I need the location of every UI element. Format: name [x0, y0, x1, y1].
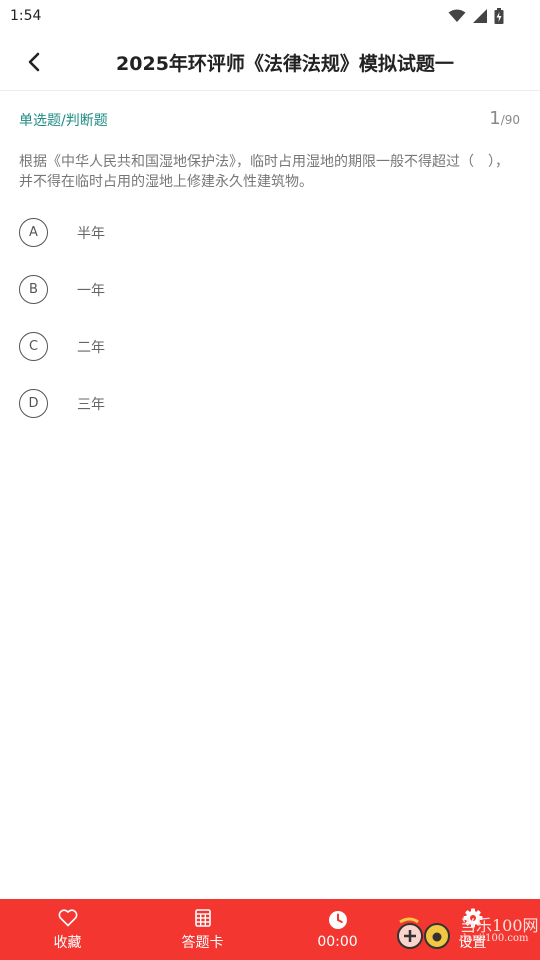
- back-button[interactable]: [18, 46, 50, 78]
- cell-signal-icon: [473, 9, 487, 23]
- question-progress: 1/90: [489, 108, 520, 129]
- answer-card-button[interactable]: 答题卡: [135, 899, 270, 960]
- settings-button[interactable]: 设置: [405, 899, 540, 960]
- current-question-number: 1: [489, 108, 501, 129]
- status-icons: [448, 8, 504, 24]
- heart-icon: [58, 908, 77, 926]
- option-d[interactable]: D 三年: [19, 389, 519, 446]
- favorite-label: 收藏: [53, 934, 82, 951]
- status-time: 1:54: [10, 8, 42, 24]
- option-text: 一年: [77, 283, 105, 299]
- answer-card-icon: [194, 908, 211, 927]
- option-letter: C: [19, 332, 48, 361]
- question-type-label: 单选题/判断题: [19, 113, 108, 129]
- favorite-button[interactable]: 收藏: [0, 899, 135, 960]
- bottom-toolbar: 收藏 答题卡 00:00 设置: [0, 899, 540, 960]
- option-text: 二年: [77, 340, 105, 356]
- option-letter: A: [19, 218, 48, 247]
- page-title: 2025年环评师《法律法规》模拟试题一: [116, 53, 454, 75]
- option-a[interactable]: A 半年: [19, 218, 519, 275]
- option-c[interactable]: C 二年: [19, 332, 519, 389]
- option-b[interactable]: B 一年: [19, 275, 519, 332]
- option-text: 半年: [77, 226, 105, 242]
- timer-button[interactable]: 00:00: [270, 899, 405, 960]
- answer-options: A 半年 B 一年 C 二年 D 三年: [19, 218, 519, 446]
- status-bar: 1:54: [0, 0, 540, 32]
- chevron-left-icon: [28, 52, 40, 72]
- timer-label: 00:00: [317, 933, 358, 950]
- clock-icon: [328, 910, 347, 929]
- answer-card-label: 答题卡: [181, 934, 224, 951]
- question-text: 根据《中华人民共和国湿地保护法》，临时占用湿地的期限一般不得超过（ ），并不得在…: [19, 154, 509, 190]
- battery-icon: [494, 8, 504, 24]
- settings-label: 设置: [458, 934, 487, 951]
- gear-icon: [463, 908, 482, 927]
- header: 2025年环评师《法律法规》模拟试题一: [0, 32, 540, 91]
- wifi-icon: [448, 9, 466, 22]
- total-questions: /90: [500, 113, 520, 127]
- option-letter: B: [19, 275, 48, 304]
- option-text: 三年: [77, 397, 105, 413]
- option-letter: D: [19, 389, 48, 418]
